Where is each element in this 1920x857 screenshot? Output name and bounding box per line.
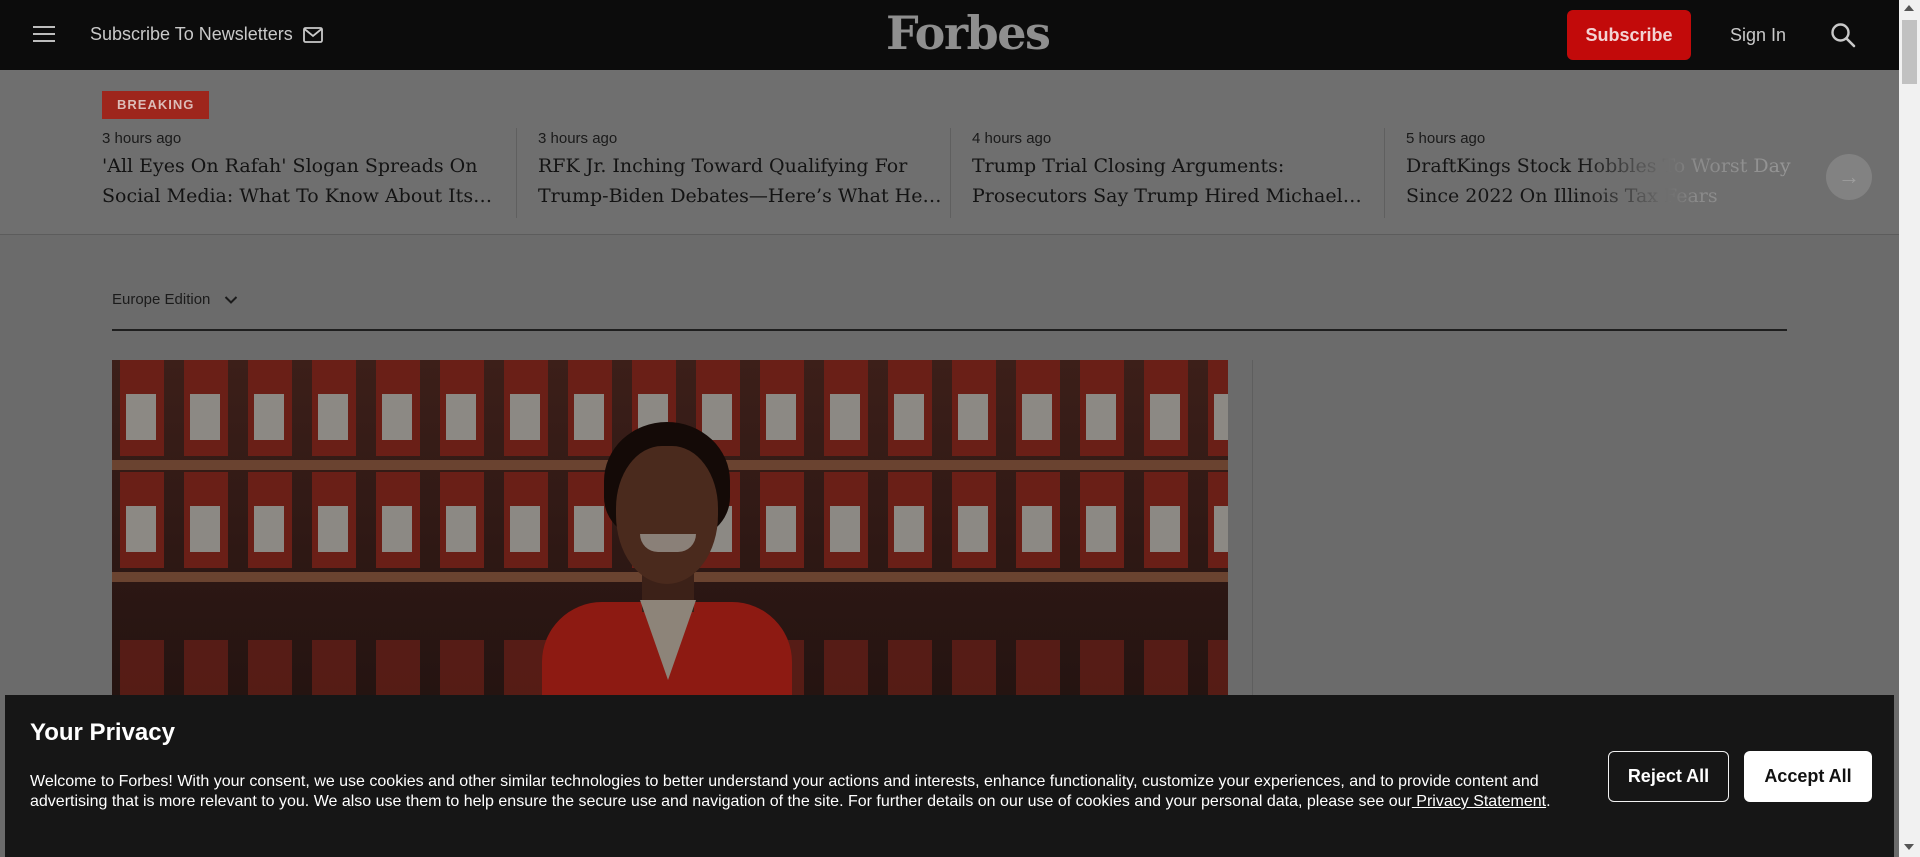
breaking-badge: BREAKING xyxy=(102,91,210,119)
arrow-right-icon: → xyxy=(1838,164,1860,189)
sign-in-link[interactable]: Sign In xyxy=(1730,25,1786,46)
forbes-logo[interactable]: Forbes xyxy=(886,6,1051,60)
privacy-body: Welcome to Forbes! With your consent, we… xyxy=(30,773,1539,810)
edition-label: Europe Edition xyxy=(112,291,211,308)
column-divider xyxy=(1252,360,1253,700)
menu-icon[interactable] xyxy=(32,24,56,44)
page-scrollbar[interactable] xyxy=(1899,0,1920,857)
story-timestamp: 3 hours ago xyxy=(538,130,618,147)
mail-icon xyxy=(302,26,323,43)
scroll-down-icon[interactable] xyxy=(1904,844,1914,850)
privacy-statement-link[interactable]: Privacy Statement xyxy=(1412,793,1546,810)
edition-divider xyxy=(112,329,1787,331)
subscribe-button[interactable]: Subscribe xyxy=(1567,10,1691,60)
privacy-description: Welcome to Forbes! With your consent, we… xyxy=(30,773,1551,810)
scrollbar-thumb[interactable] xyxy=(1902,20,1917,84)
top-navigation-bar: Subscribe To Newsletters Forbes Subscrib… xyxy=(0,0,1899,70)
story-timestamp: 5 hours ago xyxy=(1406,130,1486,147)
subscribe-newsletters-link[interactable]: Subscribe To Newsletters xyxy=(90,24,323,45)
scroll-up-icon[interactable] xyxy=(1904,5,1914,11)
edition-selector[interactable]: Europe Edition xyxy=(112,291,238,308)
breaking-news-strip: BREAKING 3 hours ago 'All Eyes On Rafah'… xyxy=(0,70,1899,235)
privacy-title: Your Privacy xyxy=(30,719,175,746)
accept-all-button[interactable]: Accept All xyxy=(1744,751,1872,802)
chevron-down-icon xyxy=(225,295,238,304)
story-headline[interactable]: 'All Eyes On Rafah' Slogan Spreads On So… xyxy=(102,151,537,211)
reject-all-button[interactable]: Reject All xyxy=(1608,751,1729,802)
story-headline[interactable]: DraftKings Stock Hobbles To Worst Day Si… xyxy=(1406,151,1819,211)
story-timestamp: 4 hours ago xyxy=(972,130,1052,147)
next-stories-button[interactable]: → xyxy=(1826,154,1872,200)
breaking-story[interactable]: 3 hours ago RFK Jr. Inching Toward Quali… xyxy=(516,128,951,218)
story-headline[interactable]: Trump Trial Closing Arguments: Prosecuto… xyxy=(972,151,1385,211)
privacy-consent-banner: Your Privacy Welcome to Forbes! With you… xyxy=(5,695,1894,857)
newsletter-label: Subscribe To Newsletters xyxy=(90,24,293,44)
breaking-story[interactable]: 4 hours ago Trump Trial Closing Argument… xyxy=(950,128,1385,218)
breaking-story[interactable]: 3 hours ago 'All Eyes On Rafah' Slogan S… xyxy=(102,128,537,218)
story-timestamp: 3 hours ago xyxy=(102,130,182,147)
story-headline[interactable]: RFK Jr. Inching Toward Qualifying For Tr… xyxy=(538,151,951,211)
breaking-story[interactable]: 5 hours ago DraftKings Stock Hobbles To … xyxy=(1384,128,1819,218)
search-icon[interactable] xyxy=(1830,22,1856,48)
